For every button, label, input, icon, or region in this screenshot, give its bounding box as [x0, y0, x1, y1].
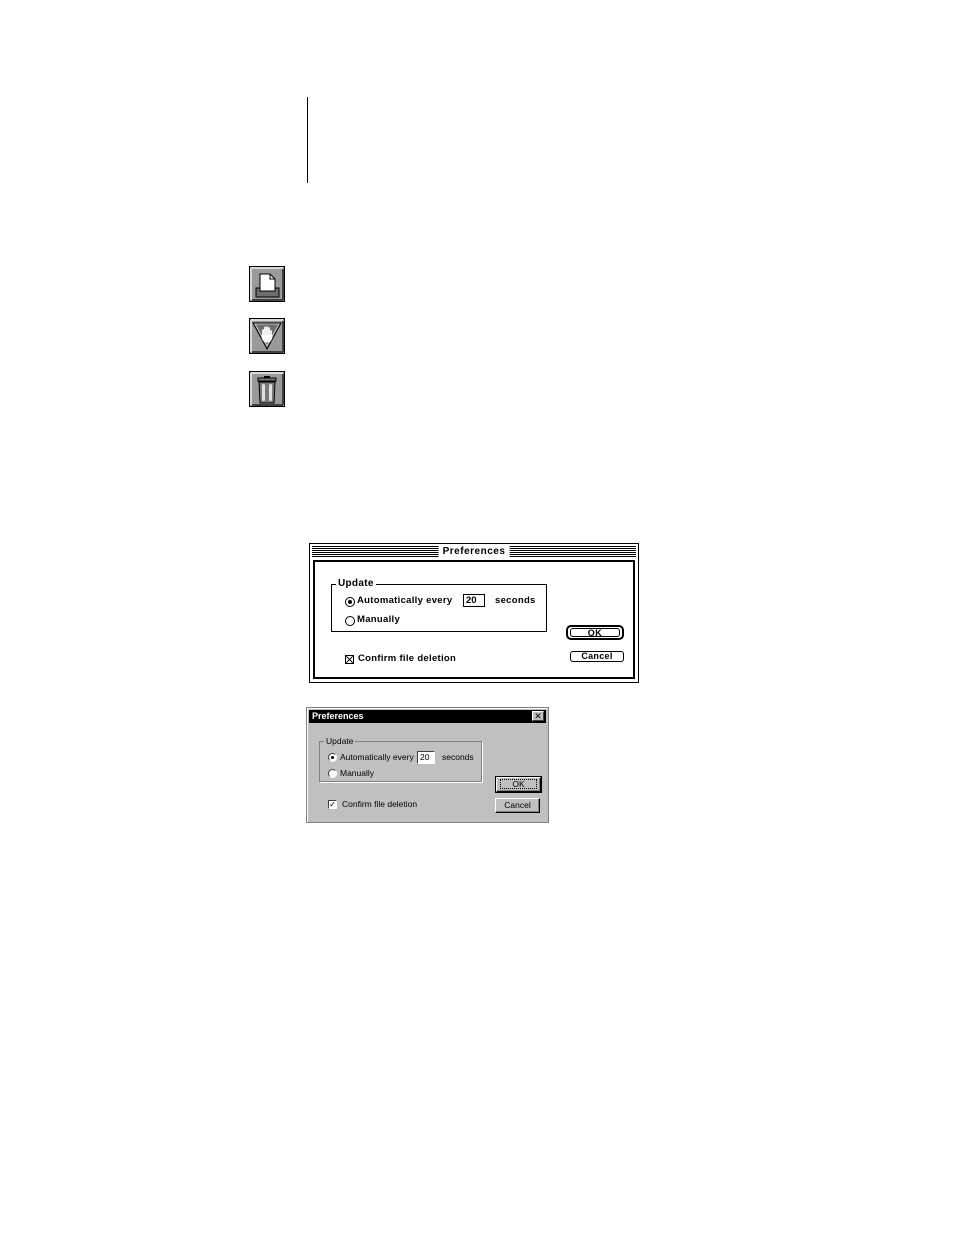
win-dialog-title: Preferences — [312, 711, 364, 721]
mac-dialog-title: Preferences — [438, 544, 510, 559]
mac-dialog-content: Update Automatically every 20 seconds Ma… — [313, 560, 635, 679]
margin-rule — [307, 97, 308, 183]
mac-manual-label: Manually — [357, 614, 401, 625]
mac-confirm-label: Confirm file deletion — [358, 653, 457, 664]
win-manual-radio[interactable] — [328, 769, 337, 778]
hold-icon[interactable] — [249, 318, 285, 354]
mac-manual-radio[interactable] — [345, 616, 355, 626]
win-update-group: Update Automatically every 20 seconds Ma… — [319, 736, 482, 782]
win-auto-radio[interactable] — [328, 753, 337, 762]
win-title-bar[interactable]: Preferences ✕ — [309, 710, 546, 723]
mac-seconds-label: seconds — [495, 595, 536, 606]
win-auto-label: Automatically every — [340, 752, 414, 762]
print-icon[interactable] — [249, 266, 285, 302]
mac-update-group-label: Update — [336, 578, 376, 590]
win-seconds-label: seconds — [442, 752, 474, 762]
win-update-group-label: Update — [324, 736, 356, 747]
mac-interval-input[interactable]: 20 — [463, 594, 485, 607]
mac-confirm-checkbox[interactable] — [345, 655, 354, 664]
win-preferences-dialog: Preferences ✕ Update Automatically every… — [306, 707, 549, 823]
win-ok-button[interactable]: OK — [495, 776, 542, 793]
win-manual-label: Manually — [340, 768, 375, 778]
mac-auto-radio[interactable] — [345, 597, 355, 607]
mac-update-group: Update Automatically every 20 seconds Ma… — [331, 578, 547, 632]
win-cancel-button[interactable]: Cancel — [495, 798, 540, 813]
close-icon[interactable]: ✕ — [532, 711, 544, 721]
win-confirm-label: Confirm file deletion — [342, 799, 418, 809]
win-interval-input[interactable]: 20 — [417, 751, 435, 764]
win-confirm-checkbox[interactable]: ✓ — [328, 800, 337, 809]
mac-preferences-dialog: Preferences Update Automatically every 2… — [309, 543, 639, 683]
mac-ok-button[interactable]: OK — [566, 625, 624, 640]
win-ok-label: OK — [500, 779, 537, 789]
mac-ok-label: OK — [570, 628, 620, 638]
mac-auto-label: Automatically every — [357, 595, 453, 606]
mac-title-bar[interactable]: Preferences — [312, 544, 636, 559]
trash-icon[interactable] — [249, 371, 285, 407]
mac-cancel-button[interactable]: Cancel — [570, 651, 624, 662]
